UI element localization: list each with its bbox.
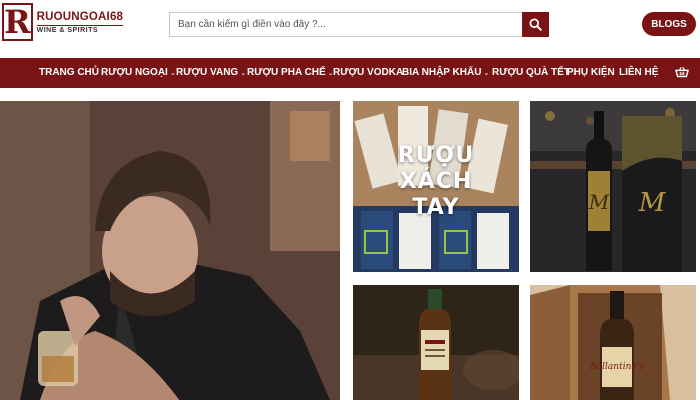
logo-name: RUOUNGOAI68 (36, 10, 124, 23)
nav-item-trang-chu[interactable]: TRANG CHỦ (39, 67, 99, 78)
nav-item-label: LIÊN HỆ (619, 67, 659, 78)
blogs-button[interactable]: BLOGS (642, 12, 696, 36)
cart-icon[interactable] (675, 66, 689, 80)
nav-item-ruou-ngoai[interactable]: RƯỢU NGOẠI ⌄ (101, 67, 176, 78)
nav-item-ruou-pha-che[interactable]: RƯỢU PHA CHẾ ⌄ (247, 67, 334, 78)
header: R RUOUNGOAI68 WINE & SPIRITS BLOGS (0, 0, 700, 58)
site-logo[interactable]: R RUOUNGOAI68 WINE & SPIRITS (2, 2, 124, 42)
whisky-bottle-illustration (353, 285, 519, 400)
hero-banner-man-drinking[interactable] (0, 101, 340, 400)
nav-item-lien-he[interactable]: LIÊN HỆ (619, 67, 658, 78)
nav-item-label: RƯỢU NGOẠI (101, 67, 168, 78)
nav-item-label: TRANG CHỦ (39, 67, 99, 78)
nav-item-label: RƯỢU PHA CHẾ (247, 67, 326, 78)
search-button[interactable] (522, 12, 549, 37)
banner-xach-tay-title: RƯỢU XÁCH TAY (397, 143, 475, 220)
search-bar (169, 12, 549, 37)
chevron-down-icon: ⌄ (483, 69, 490, 77)
banner-whisky-bottle[interactable] (353, 285, 519, 400)
chevron-down-icon: ⌄ (169, 69, 176, 77)
nav-item-label: RƯỢU VANG (176, 67, 239, 78)
logo-mark: R (2, 3, 33, 41)
logo-letter: R (4, 3, 31, 41)
nav-item-ruou-vodka[interactable]: RƯỢU VODKA (333, 67, 403, 78)
search-icon (529, 18, 542, 31)
hero-illustration (0, 101, 340, 400)
nav-item-ruou-vang[interactable]: RƯỢU VANG ⌄ (176, 67, 246, 78)
svg-text:Ballantine's: Ballantine's (589, 362, 644, 372)
nav-item-bia-nhap-khau[interactable]: BIA NHẬP KHẨU ⌄ (402, 67, 489, 78)
banner-wine-gift-box[interactable]: M M (530, 101, 696, 272)
main-nav: TRANG CHỦ RƯỢU NGOẠI ⌄ RƯỢU VANG ⌄ RƯỢU PH… (0, 58, 700, 88)
nav-item-phu-kien[interactable]: PHỤ KIỆN (567, 67, 615, 78)
search-input[interactable] (169, 12, 522, 37)
ballantines-illustration: Ballantine's (530, 285, 696, 400)
nav-item-label: RƯỢU QUÀ TẾT (492, 67, 570, 78)
banner-ballantines-box[interactable]: Ballantine's (530, 285, 696, 400)
chevron-down-icon: ⌄ (240, 69, 247, 77)
logo-tagline: WINE & SPIRITS (36, 24, 124, 34)
nav-item-label: PHỤ KIỆN (567, 67, 615, 78)
wine-gift-illustration: M M (530, 101, 696, 272)
svg-text:M: M (588, 190, 610, 214)
nav-item-label: BIA NHẬP KHẨU (402, 67, 482, 78)
logo-text: RUOUNGOAI68 WINE & SPIRITS (36, 10, 124, 34)
nav-item-ruou-qua-tet[interactable]: RƯỢU QUÀ TẾT ⌄ (492, 67, 578, 78)
banner-ruou-xach-tay[interactable]: RƯỢU XÁCH TAY (353, 101, 519, 272)
nav-item-label: RƯỢU VODKA (333, 67, 404, 78)
svg-text:M: M (638, 188, 667, 218)
